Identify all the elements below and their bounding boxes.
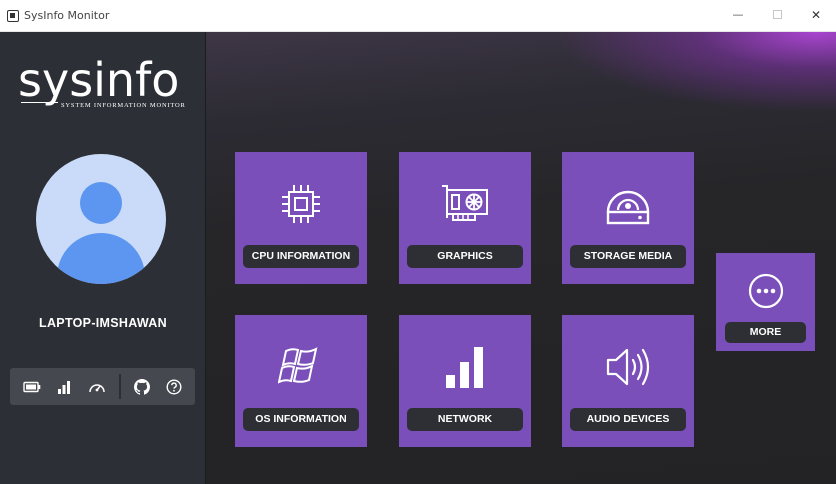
- sidebar: sysinfo SYSTEM INFORMATION MONITOR LAPTO…: [0, 32, 206, 484]
- toolbar-separator: [119, 374, 121, 399]
- tile-graphics[interactable]: GRAPHICS: [399, 152, 531, 284]
- network-bars-icon: [446, 347, 483, 388]
- avatar-head: [80, 182, 122, 224]
- app-icon: [7, 10, 19, 22]
- tile-audio-label: AUDIO DEVICES: [570, 408, 686, 431]
- signal-bars-icon: [58, 381, 70, 394]
- tile-network[interactable]: NETWORK: [399, 315, 531, 447]
- tile-storage-media[interactable]: STORAGE MEDIA: [562, 152, 694, 284]
- main-panel: CPU INFORMATION GRAPHICS STORAGE MEDIA M…: [206, 32, 836, 484]
- battery-icon: [23, 381, 41, 393]
- tile-cpu-information[interactable]: CPU INFORMATION: [235, 152, 367, 284]
- title-bar: SysInfo Monitor — ✕: [0, 0, 836, 32]
- more-dots-icon: [748, 273, 783, 309]
- minimize-button[interactable]: —: [731, 8, 745, 22]
- battery-button[interactable]: [22, 377, 42, 397]
- avatar-body: [57, 233, 145, 284]
- speedometer-icon: [89, 384, 105, 393]
- maximize-button[interactable]: [770, 8, 784, 22]
- sidebar-toolbar: [10, 368, 195, 405]
- signal-button[interactable]: [54, 377, 74, 397]
- help-button[interactable]: [164, 377, 184, 397]
- tile-cpu-label: CPU INFORMATION: [243, 245, 359, 268]
- tile-more-label: MORE: [725, 322, 806, 343]
- logo-title: sysinfo: [18, 53, 180, 107]
- tile-network-label: NETWORK: [407, 408, 523, 431]
- tile-os-information[interactable]: OS INFORMATION: [235, 315, 367, 447]
- hard-disk-icon: [606, 190, 650, 225]
- tile-audio-devices[interactable]: AUDIO DEVICES: [562, 315, 694, 447]
- avatar: [36, 154, 166, 284]
- github-icon: [134, 379, 150, 395]
- tile-graphics-label: GRAPHICS: [407, 245, 523, 268]
- graphics-card-icon: [442, 185, 488, 221]
- logo-subtitle: SYSTEM INFORMATION MONITOR: [58, 102, 189, 110]
- github-button[interactable]: [132, 377, 152, 397]
- maximize-icon: [772, 10, 782, 19]
- window-title: SysInfo Monitor: [24, 9, 110, 22]
- help-icon: [166, 379, 182, 395]
- tile-more[interactable]: MORE: [716, 253, 815, 351]
- cpu-chip-icon: [282, 185, 320, 223]
- tile-os-label: OS INFORMATION: [243, 408, 359, 431]
- close-button[interactable]: ✕: [809, 8, 823, 22]
- computer-name: LAPTOP-IMSHAWAN: [39, 316, 167, 330]
- windows-logo-icon: [278, 347, 318, 384]
- speaker-icon: [606, 348, 650, 386]
- tile-storage-label: STORAGE MEDIA: [570, 245, 686, 268]
- speedometer-button[interactable]: [87, 377, 107, 397]
